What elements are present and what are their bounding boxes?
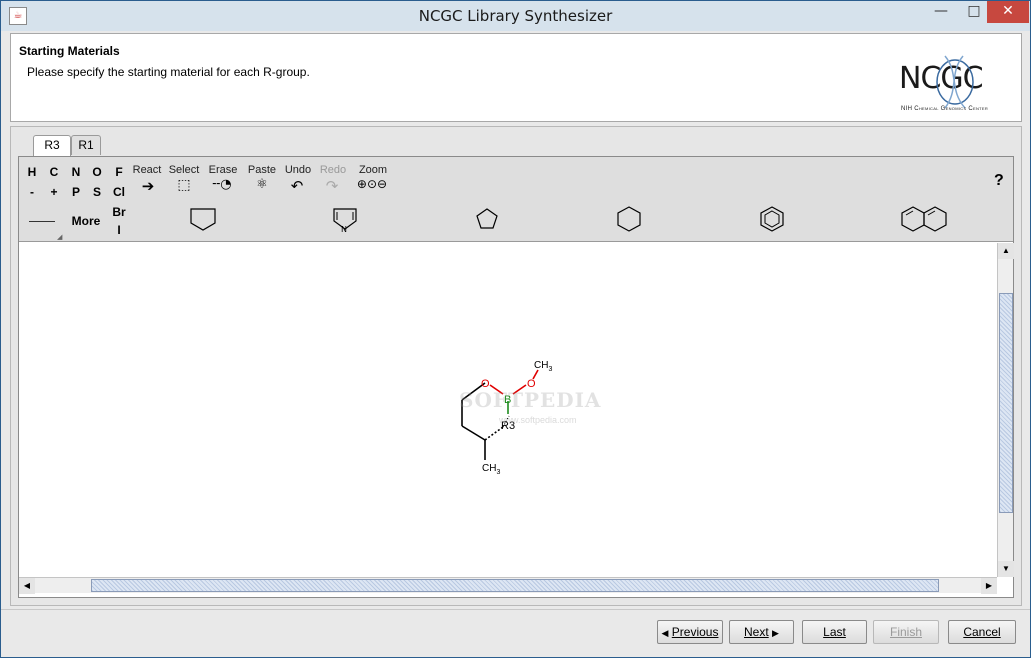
element-o-button[interactable]: O — [90, 165, 104, 179]
charge-minus-button[interactable]: - — [25, 185, 39, 199]
undo-label: Undo — [284, 164, 312, 176]
cancel-label: Cancel — [963, 625, 1001, 639]
zoom-icons[interactable]: ⊕⊙⊖ — [352, 177, 392, 191]
svg-text:N: N — [341, 225, 347, 233]
more-elements-button[interactable]: More — [69, 214, 103, 228]
window-title: NCGC Library Synthesizer — [418, 7, 613, 25]
finish-label: Finish — [889, 625, 922, 639]
methyl-bottom-label: CH3 — [482, 463, 500, 476]
page-subtitle: Please specify the starting material for… — [27, 65, 310, 79]
previous-label: Previous — [671, 625, 719, 639]
scroll-up-icon[interactable]: ▲ — [998, 243, 1014, 259]
paste-label: Paste — [247, 164, 277, 176]
cyclohexane-template-icon[interactable] — [615, 205, 643, 233]
element-cl-button[interactable]: Cl — [110, 185, 128, 199]
element-c-button[interactable]: C — [47, 165, 61, 179]
vertical-scroll-thumb[interactable] — [999, 293, 1013, 513]
erase-icon[interactable]: ╌◔ — [209, 177, 235, 192]
paste-icon[interactable]: ⚛ — [249, 177, 275, 192]
react-label: React — [132, 164, 162, 176]
drawing-canvas[interactable]: O O B R3 CH3 CH3 SOFTPEDIA www.softpedia… — [19, 243, 997, 577]
minimize-button[interactable]: — — [926, 1, 956, 23]
maximize-button[interactable]: □ — [959, 1, 989, 23]
tab-r1[interactable]: R1 — [71, 135, 101, 155]
element-h-button[interactable]: H — [25, 165, 39, 179]
cyclopentane-small-template-icon[interactable] — [473, 205, 501, 233]
element-s-button[interactable]: S — [90, 185, 104, 199]
redo-label: Redo — [319, 164, 347, 176]
charge-plus-button[interactable]: + — [47, 185, 61, 199]
help-button[interactable]: ? — [994, 172, 1004, 190]
molecule-editor: H C N O F - + P S Cl Br I ◢ More React S… — [18, 156, 1014, 598]
ncgc-logo-text: NCGC — [899, 61, 983, 96]
main-panel: R3 R1 H C N O F - + P S Cl Br I ◢ More R… — [10, 126, 1022, 606]
finish-button: Finish — [873, 620, 939, 644]
dropdown-corner-icon: ◢ — [57, 234, 63, 241]
horizontal-scroll-thumb[interactable] — [91, 579, 939, 592]
watermark-text: SOFTPEDIA — [459, 388, 602, 412]
react-arrow-icon[interactable]: ➔ — [135, 177, 161, 195]
previous-button[interactable]: ◀ Previous — [657, 620, 723, 644]
cancel-button[interactable]: Cancel — [948, 620, 1016, 644]
redo-icon: ↷ — [325, 177, 339, 195]
java-app-icon[interactable]: ☕ — [9, 7, 27, 25]
chevron-right-icon: ▶ — [772, 628, 779, 638]
select-icon[interactable]: ⬚ — [171, 177, 197, 193]
element-n-button[interactable]: N — [69, 165, 83, 179]
title-bar: ☕ NCGC Library Synthesizer — □ ✕ — [1, 1, 1030, 31]
scroll-down-icon[interactable]: ▼ — [998, 561, 1014, 577]
element-f-button[interactable]: F — [112, 165, 126, 179]
last-button[interactable]: Last — [802, 620, 867, 644]
watermark-subtext: www.softpedia.com — [499, 415, 577, 425]
vertical-scrollbar[interactable]: ▲ ▼ — [997, 243, 1014, 577]
element-br-button[interactable]: Br — [110, 205, 128, 219]
naphthalene-template-icon[interactable] — [899, 205, 951, 233]
horizontal-scrollbar[interactable]: ◀ ▶ — [19, 577, 997, 594]
pyrrole-template-icon[interactable]: N — [331, 205, 359, 233]
page-title: Starting Materials — [19, 44, 120, 58]
bond-tool-icon[interactable] — [29, 221, 55, 222]
element-p-button[interactable]: P — [69, 185, 83, 199]
close-button[interactable]: ✕ — [987, 1, 1029, 23]
next-button[interactable]: Next ▶ — [729, 620, 794, 644]
next-label: Next — [744, 625, 769, 639]
undo-icon[interactable]: ↶ — [285, 177, 309, 195]
last-label: Last — [823, 625, 846, 639]
select-label: Select — [168, 164, 200, 176]
scroll-left-icon[interactable]: ◀ — [19, 578, 35, 594]
app-window: ☕ NCGC Library Synthesizer — □ ✕ Startin… — [0, 0, 1031, 658]
wizard-button-bar: ◀ Previous Next ▶ Last Finish Cancel — [1, 609, 1030, 657]
zoom-label: Zoom — [358, 164, 388, 176]
scroll-right-icon[interactable]: ▶ — [981, 578, 997, 594]
tab-r3[interactable]: R3 — [33, 135, 71, 156]
chevron-left-icon: ◀ — [661, 628, 669, 638]
erase-label: Erase — [208, 164, 238, 176]
cyclopentane-template-icon[interactable] — [189, 205, 217, 233]
element-i-button[interactable]: I — [112, 223, 126, 237]
header-panel: Starting Materials Please specify the st… — [10, 33, 1022, 122]
benzene-template-icon[interactable] — [758, 205, 786, 233]
logo-caption: NIH Chemical Genomics Center — [901, 106, 989, 112]
editor-toolbar: H C N O F - + P S Cl Br I ◢ More React S… — [19, 157, 1013, 242]
